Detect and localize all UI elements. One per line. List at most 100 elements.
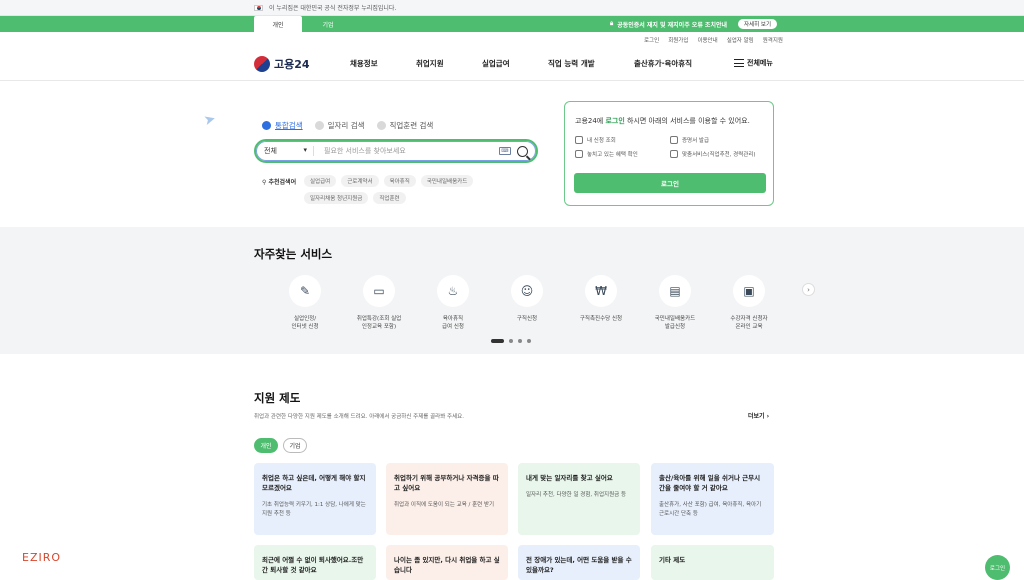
utility-remote-link[interactable]: 원격지원 bbox=[763, 36, 783, 44]
card-body: 일자리 추천, 다양한 일 경험, 취업지원금 등 bbox=[526, 492, 627, 499]
nav-item-maternity-leave[interactable]: 출산휴가·육아휴직 bbox=[634, 58, 692, 69]
support-tab-corporate[interactable]: 기업 bbox=[283, 438, 307, 453]
watermark-logo: EZIRO bbox=[22, 551, 62, 564]
card-title: 취업하기 위해 공부하거나 자격증을 따고 싶어요 bbox=[394, 474, 499, 493]
search-bar: 전체 ▾ 필요한 서비스를 찾아보세요 ⌨ bbox=[254, 139, 538, 163]
nav-item-jobs[interactable]: 채용정보 bbox=[350, 58, 416, 69]
keyword-chip[interactable]: 실업급여 bbox=[304, 175, 337, 187]
site-logo[interactable]: 고용24 bbox=[254, 56, 310, 72]
tab-corporate[interactable]: 기업 bbox=[306, 16, 350, 32]
radio-checked-icon bbox=[262, 121, 271, 130]
section-title: 자주찾는 서비스 bbox=[254, 247, 333, 261]
main-nav: 채용정보 취업지원 실업급여 직업 능력 개발 출산휴가·육아휴직 bbox=[350, 58, 692, 69]
service-label: 실업인정/ 인터넷 신청 bbox=[291, 316, 319, 331]
recommend-chips: 실업급여 근로계약서 육아휴직 국민내일배움카드 일자리채움 청년지원금 직업훈… bbox=[304, 175, 534, 204]
radio-unchecked-icon bbox=[314, 121, 324, 130]
card-title: 기타 제도 bbox=[659, 556, 686, 564]
service-employment-lecture[interactable]: ▭ 취업특강(조회 실업 인정교육 포함) bbox=[342, 275, 416, 332]
service-learning-card[interactable]: ▤ 국민내일배움카드 발급신청 bbox=[638, 275, 712, 332]
support-section-desc: 취업과 관련한 다양한 지원 제도를 소개해 드려요. 아래에서 궁금하신 주제… bbox=[254, 414, 464, 420]
radio-label: 직업훈련 검색 bbox=[389, 121, 434, 130]
service-job-application[interactable]: ☺ 구직신청 bbox=[490, 275, 564, 332]
login-button[interactable]: 로그인 bbox=[574, 173, 766, 193]
keyword-chip[interactable]: 육아휴직 bbox=[383, 175, 416, 187]
notice-banner: 🔒︎ 공동인증서 재지 및 재지이주 오류 조치안내 bbox=[610, 16, 727, 32]
login-card-title: 고용24에 로그인 하시면 아래의 서비스를 이용할 수 있어요. bbox=[575, 117, 750, 125]
support-section-title: 지원 제도 bbox=[254, 391, 301, 405]
support-card[interactable]: 취업은 하고 싶은데, 어떻게 해야 할지 모르겠어요 기초 취업능력 키우기,… bbox=[254, 463, 376, 535]
person-star-icon bbox=[670, 150, 678, 158]
service-carousel: ✎ 실업인정/ 인터넷 신청 ▭ 취업특강(조회 실업 인정교육 포함) ♨ 육… bbox=[268, 275, 786, 332]
more-link[interactable]: 더보기 › bbox=[748, 411, 769, 420]
lock-icon: 🔒︎ bbox=[610, 20, 614, 27]
support-tab-personal[interactable]: 개인 bbox=[254, 438, 278, 453]
pagination-dot[interactable] bbox=[518, 339, 522, 343]
search-scope-select[interactable]: 전체 ▾ bbox=[264, 146, 314, 156]
nav-item-vocational-training[interactable]: 직업 능력 개발 bbox=[548, 58, 634, 69]
radio-label: 통합검색 bbox=[275, 121, 303, 130]
keyword-chip[interactable]: 일자리채움 청년지원금 bbox=[304, 192, 369, 204]
support-card[interactable]: 전 장애가 있는데, 어떤 도움을 받을 수 있을까요? bbox=[518, 545, 640, 580]
service-label: 구직신청 bbox=[516, 316, 538, 322]
card-title: 최근에 어쩔 수 없이 퇴사했어요.조만간 퇴사할 것 같아요 bbox=[262, 556, 364, 575]
paper-plane-icon: ➤ bbox=[202, 110, 218, 130]
support-card[interactable]: 출산/육아를 위해 일을 쉬거나 근무시간을 줄여야 할 거 같아요 출산휴가,… bbox=[651, 463, 774, 535]
floating-login-button[interactable]: 로그인 bbox=[985, 555, 1010, 580]
service-parental-leave[interactable]: ♨ 육아휴직 급여 신청 bbox=[416, 275, 490, 332]
login-card: 고용24에 로그인 하시면 아래의 서비스를 이용할 수 있어요. 내 신청 조… bbox=[564, 101, 774, 206]
gov-notice-text: 이 누리집은 대한민국 공식 전자정부 누리집입니다. bbox=[269, 5, 397, 12]
benefit-application-lookup[interactable]: 내 신청 조회 bbox=[575, 136, 670, 144]
utility-guide-link[interactable]: 이용안내 bbox=[697, 36, 717, 44]
certificate-icon bbox=[670, 136, 678, 144]
nav-item-unemployment-benefit[interactable]: 실업급여 bbox=[482, 58, 548, 69]
recommend-label: ⚲ 추천검색어 bbox=[262, 179, 297, 186]
utility-login-link[interactable]: 로그인 bbox=[644, 36, 659, 44]
support-card[interactable]: 최근에 어쩔 수 없이 퇴사했어요.조만간 퇴사할 것 같아요 bbox=[254, 545, 376, 580]
card-title: 나이는 좀 있지만, 다시 취업을 하고 싶습니다 bbox=[394, 556, 500, 575]
service-unemployment-recognition[interactable]: ✎ 실업인정/ 인터넷 신청 bbox=[268, 275, 342, 332]
card-title: 전 장애가 있는데, 어떤 도움을 받을 수 있을까요? bbox=[526, 556, 632, 575]
document-pen-icon: ✎ bbox=[289, 275, 321, 307]
nav-item-employment-support[interactable]: 취업지원 bbox=[416, 58, 482, 69]
audience-bar: 개인 기업 🔒︎ 공동인증서 재지 및 재지이주 오류 조치안내 자세히 보기 bbox=[0, 16, 1024, 32]
service-label: 수강자격 신청자 온라인 교육 bbox=[730, 316, 768, 331]
radio-job-search[interactable]: 일자리 검색 bbox=[314, 120, 365, 131]
support-card[interactable]: 기타 제도 bbox=[651, 545, 774, 580]
tab-personal[interactable]: 개인 bbox=[254, 16, 302, 32]
benefit-certificate[interactable]: 증명서 발급 bbox=[670, 136, 765, 144]
all-menu-button[interactable]: 전체메뉴 bbox=[734, 58, 773, 68]
card-title: 출산/육아를 위해 일을 쉬거나 근무시간을 줄여야 할 거 같아요 bbox=[659, 474, 761, 493]
search-input[interactable]: 필요한 서비스를 찾아보세요 bbox=[324, 146, 499, 156]
person-check-icon: ☺ bbox=[511, 275, 543, 307]
caret-down-icon: ▾ bbox=[303, 146, 307, 154]
keyword-chip[interactable]: 근로계약서 bbox=[341, 175, 379, 187]
pagination-dot-active[interactable] bbox=[491, 339, 504, 343]
carousel-next-button[interactable]: › bbox=[802, 283, 815, 296]
presentation-board-icon: ▭ bbox=[363, 275, 395, 307]
search-icon[interactable] bbox=[517, 145, 528, 157]
support-card[interactable]: 나이는 좀 있지만, 다시 취업을 하고 싶습니다 bbox=[386, 545, 508, 580]
keyword-chip[interactable]: 국민내일배움카드 bbox=[420, 175, 474, 187]
service-online-education[interactable]: ▣ 수강자격 신청자 온라인 교육 bbox=[712, 275, 786, 332]
pagination-dot[interactable] bbox=[509, 339, 513, 343]
service-label: 취업특강(조회 실업 인정교육 포함) bbox=[356, 316, 402, 331]
login-link[interactable]: 로그인 bbox=[605, 117, 624, 125]
support-card[interactable]: 취업하기 위해 공부하거나 자격증을 따고 싶어요 취업과 이직에 도움이 되는… bbox=[386, 463, 508, 535]
radio-training-search[interactable]: 직업훈련 검색 bbox=[376, 120, 434, 131]
radio-integrated-search[interactable]: 통합검색 bbox=[262, 120, 303, 131]
all-menu-label: 전체메뉴 bbox=[747, 59, 773, 67]
service-job-promotion-allowance[interactable]: ₩ 구직촉진수당 신청 bbox=[564, 275, 638, 332]
support-card[interactable]: 내게 맞는 일자리를 찾고 싶어요 일자리 추천, 다양한 일 경험, 취업지원… bbox=[518, 463, 640, 535]
utility-notify-link[interactable]: 실업자 알림 bbox=[727, 36, 754, 44]
service-label: 구직촉진수당 신청 bbox=[579, 316, 623, 322]
keyboard-icon[interactable]: ⌨ bbox=[499, 147, 511, 155]
gift-icon bbox=[575, 150, 583, 158]
chevron-right-icon: › bbox=[766, 413, 770, 420]
benefit-custom-service[interactable]: 맞춤서비스(직업추천, 경력관리) bbox=[670, 150, 765, 158]
chevron-right-icon: › bbox=[807, 285, 810, 294]
benefit-missed-check[interactable]: 놓치고 있는 혜택 확인 bbox=[575, 150, 670, 158]
pagination-dot[interactable] bbox=[527, 339, 531, 343]
keyword-chip[interactable]: 직업훈련 bbox=[373, 192, 406, 204]
utility-signup-link[interactable]: 회원가입 bbox=[668, 36, 688, 44]
notice-detail-button[interactable]: 자세히 보기 bbox=[738, 19, 778, 29]
